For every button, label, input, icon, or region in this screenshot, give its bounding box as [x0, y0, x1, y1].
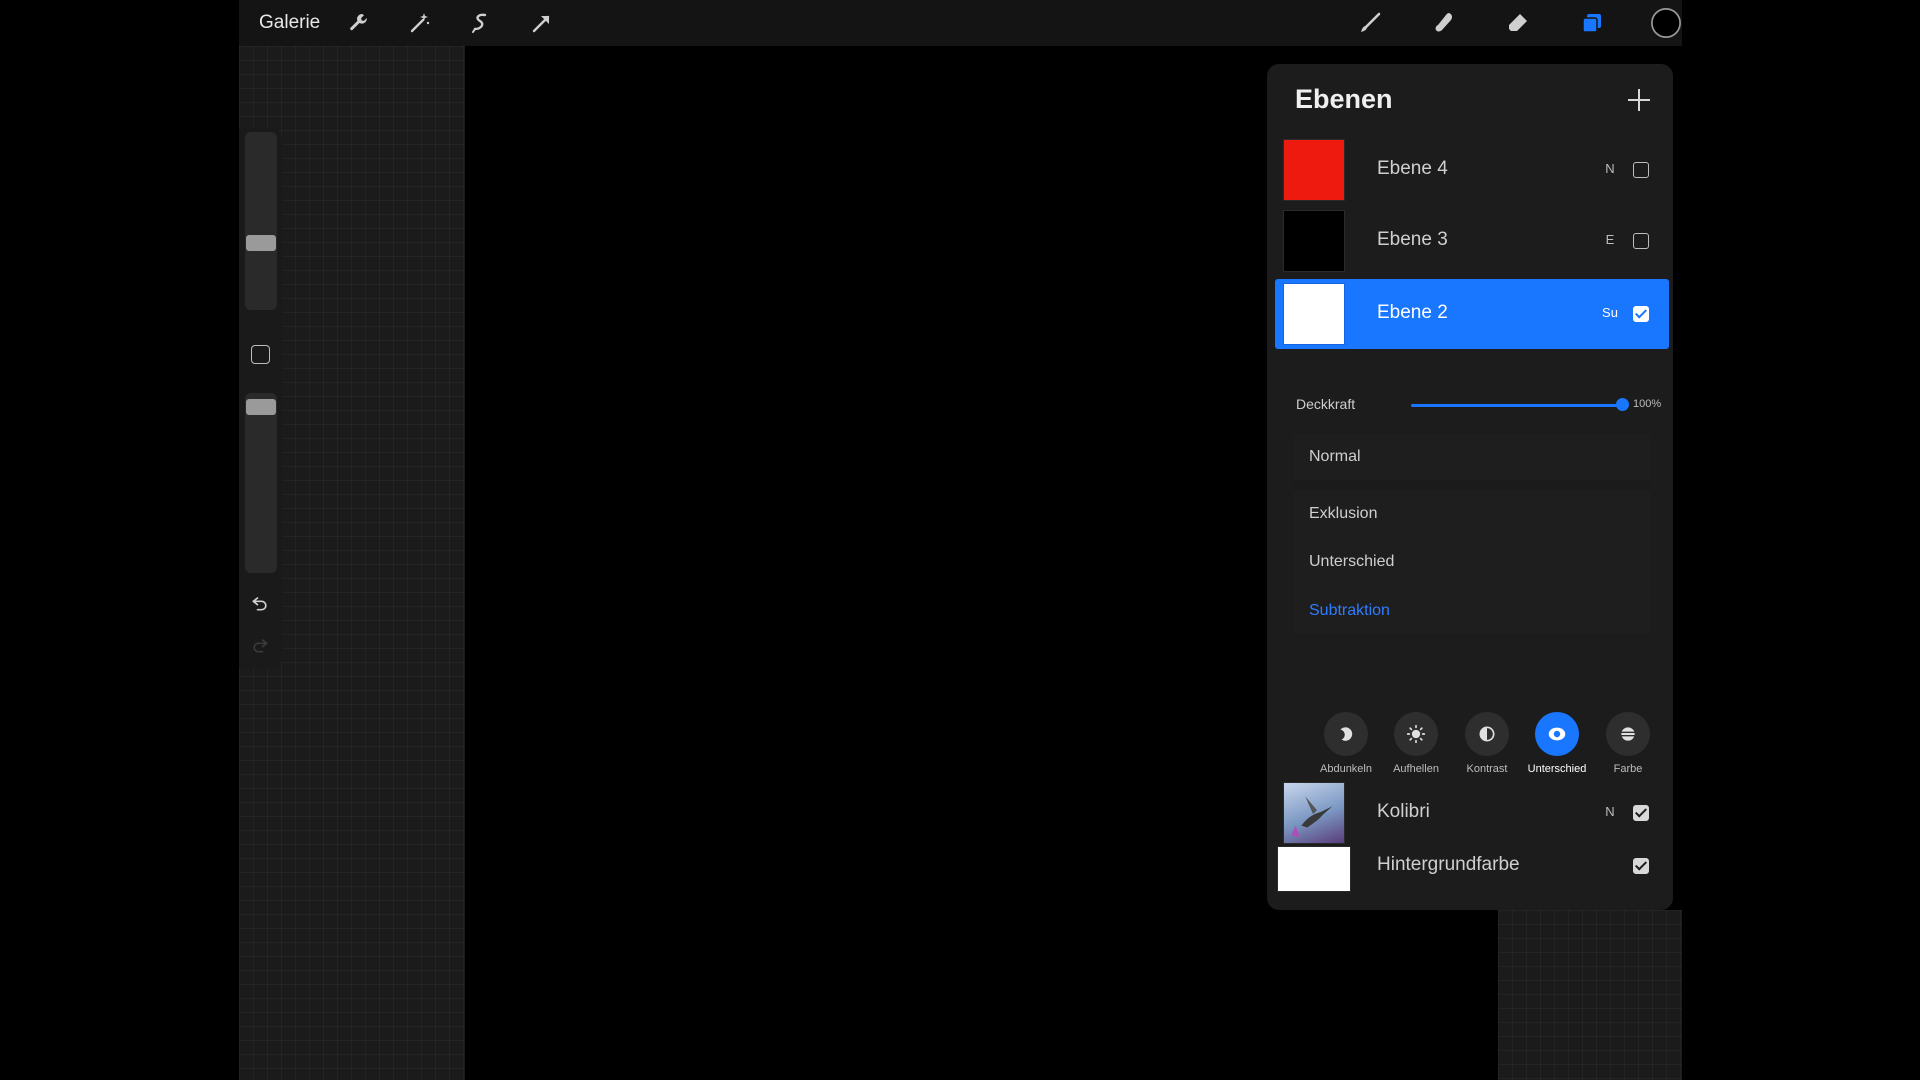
procreate-screen: Galerie Ebenen Ebene 4 N Ebene 3 E Ebene…	[239, 0, 1682, 1080]
redo-icon[interactable]	[249, 634, 271, 656]
layer-thumbnail	[1283, 210, 1345, 272]
moon-icon	[1324, 712, 1368, 756]
layer-name: Ebene 2	[1377, 302, 1448, 323]
blend-mode-normal[interactable]: Normal	[1309, 448, 1361, 466]
opacity-slider-knob[interactable]	[1616, 398, 1629, 411]
transform-arrow-icon[interactable]	[528, 9, 556, 37]
layer-blend-mode[interactable]: E	[1595, 232, 1625, 247]
layer-blend-mode[interactable]: Su	[1595, 305, 1625, 320]
blend-separator	[1293, 480, 1651, 490]
layer-name: Kolibri	[1377, 801, 1430, 822]
layer-row[interactable]: Hintergrundfarbe	[1275, 840, 1669, 910]
brush-size-slider[interactable]	[245, 132, 277, 310]
sun-icon	[1394, 712, 1438, 756]
modify-button[interactable]	[251, 345, 270, 364]
color-picker-icon[interactable]	[1649, 6, 1682, 40]
brush-icon[interactable]	[1356, 9, 1384, 37]
blend-mode-unterschied[interactable]: Unterschied	[1309, 553, 1394, 571]
category-aufhellen[interactable]: Aufhellen	[1381, 712, 1451, 775]
brush-opacity-thumb[interactable]	[246, 399, 276, 415]
layer-blend-mode[interactable]: N	[1595, 804, 1625, 819]
plus-icon[interactable]	[1623, 84, 1655, 116]
category-abdunkeln[interactable]: Abdunkeln	[1311, 712, 1381, 775]
layer-name: Ebene 4	[1377, 158, 1448, 179]
layer-thumbnail	[1283, 139, 1345, 201]
color-icon	[1606, 712, 1650, 756]
layer-visibility-checkbox[interactable]	[1633, 306, 1649, 322]
gallery-button[interactable]: Galerie	[259, 12, 320, 34]
layer-visibility-checkbox[interactable]	[1633, 233, 1649, 249]
opacity-slider[interactable]	[1411, 404, 1627, 407]
smudge-icon[interactable]	[1430, 9, 1458, 37]
blend-mode-list: Normal Exklusion Unterschied Subtraktion	[1293, 434, 1651, 634]
category-label: Aufhellen	[1393, 763, 1439, 775]
layers-icon[interactable]	[1578, 9, 1606, 37]
opacity-label: Deckkraft	[1296, 396, 1356, 412]
layer-name: Hintergrundfarbe	[1377, 854, 1520, 875]
layer-row[interactable]: Kolibri N	[1275, 778, 1669, 848]
layer-row-selected[interactable]: Ebene 2 Su	[1275, 279, 1669, 349]
contrast-icon	[1465, 712, 1509, 756]
blend-mode-subtraktion[interactable]: Subtraktion	[1309, 602, 1390, 620]
panel-title: Ebenen	[1295, 84, 1393, 114]
category-label: Abdunkeln	[1320, 763, 1372, 775]
opacity-value: 100%	[1633, 398, 1662, 410]
layer-row[interactable]: Ebene 4 N	[1275, 135, 1669, 205]
layer-thumbnail	[1283, 283, 1345, 345]
layer-row[interactable]: Ebene 3 E	[1275, 206, 1669, 276]
layers-panel: Ebenen Ebene 4 N Ebene 3 E Ebene 2 Su De…	[1267, 64, 1673, 910]
left-sidebar	[239, 128, 282, 668]
brush-size-thumb[interactable]	[246, 235, 276, 251]
wrench-icon[interactable]	[345, 9, 373, 37]
category-kontrast[interactable]: Kontrast	[1452, 712, 1522, 775]
selection-icon[interactable]	[467, 9, 495, 37]
bird-thumbnail	[1283, 782, 1345, 844]
category-farbe[interactable]: Farbe	[1593, 712, 1663, 775]
difference-icon	[1535, 712, 1579, 756]
canvas-background-right	[1498, 910, 1682, 1080]
category-label: Farbe	[1613, 763, 1643, 775]
blend-mode-exklusion[interactable]: Exklusion	[1309, 505, 1377, 523]
category-unterschied[interactable]: Unterschied	[1522, 712, 1592, 775]
category-label: Kontrast	[1466, 763, 1508, 775]
top-toolbar: Galerie	[239, 0, 1682, 46]
layer-thumbnail	[1277, 846, 1351, 892]
magic-wand-icon[interactable]	[406, 9, 434, 37]
layer-name: Ebene 3	[1377, 229, 1448, 250]
layer-blend-mode[interactable]: N	[1595, 161, 1625, 176]
undo-icon[interactable]	[249, 592, 271, 614]
layer-visibility-checkbox[interactable]	[1633, 858, 1649, 874]
eraser-icon[interactable]	[1504, 9, 1532, 37]
layer-visibility-checkbox[interactable]	[1633, 162, 1649, 178]
layer-visibility-checkbox[interactable]	[1633, 805, 1649, 821]
category-label: Unterschied	[1527, 763, 1587, 775]
brush-opacity-slider[interactable]	[245, 393, 277, 573]
